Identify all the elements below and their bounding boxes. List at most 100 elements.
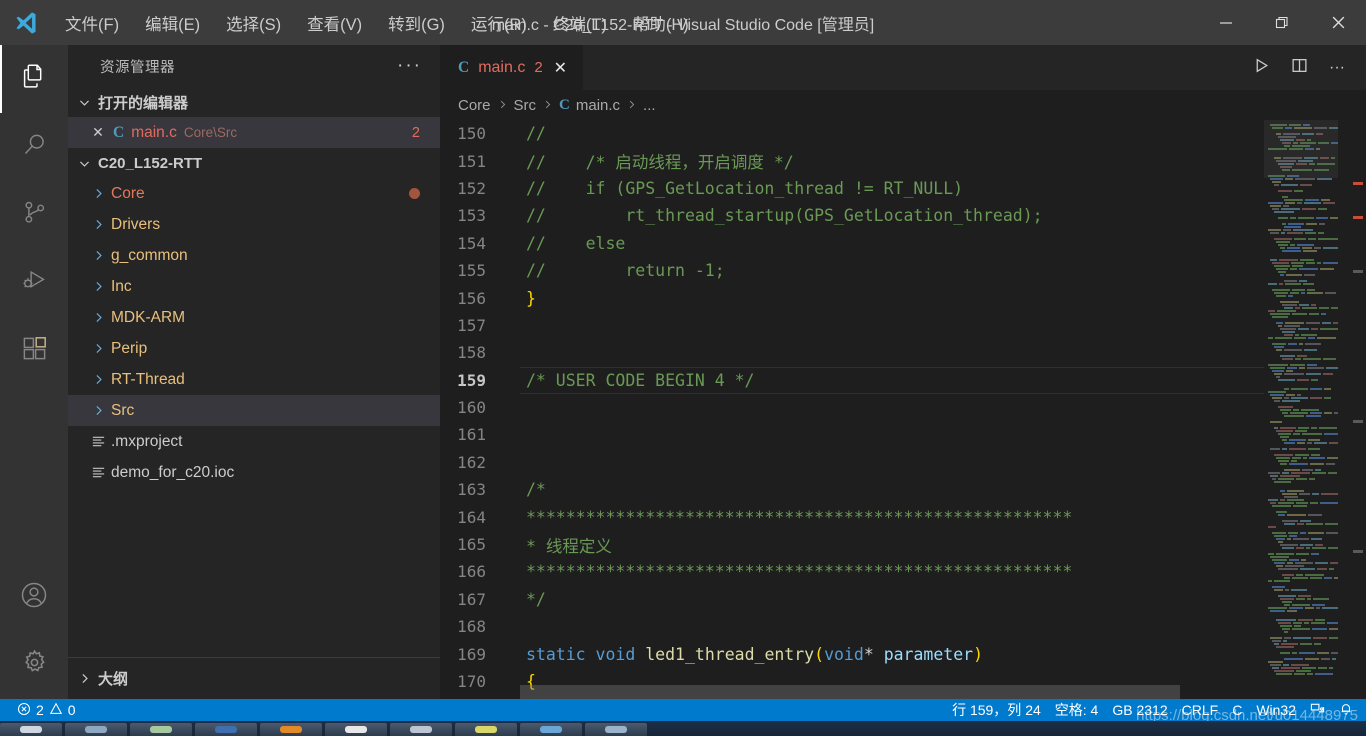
tree-item-core[interactable]: Core [68, 178, 440, 209]
code-line[interactable]: 151 // /* 启动线程，开启调度 */ [440, 147, 1366, 174]
taskbar-item[interactable] [195, 723, 257, 736]
taskbar-item[interactable] [130, 723, 192, 736]
menu-view[interactable]: 查看(V) [294, 7, 375, 39]
breadcrumb-item-symbol[interactable]: ... [643, 97, 656, 114]
minimap-segment [1291, 261, 1305, 264]
menu-terminal[interactable]: 终端(T) [540, 7, 620, 39]
minimap-slider[interactable] [1264, 120, 1338, 178]
tree-item-src[interactable]: Src [68, 395, 440, 426]
activitybar-item-account[interactable] [0, 563, 68, 631]
tree-item-drivers[interactable]: Drivers [68, 209, 440, 240]
minimap-segment [1288, 531, 1299, 534]
code-line[interactable]: 153 // rt_thread_startup(GPS_GetLocation_… [440, 202, 1366, 229]
code-line[interactable]: 165 * 线程定义 [440, 531, 1366, 558]
menu-bar[interactable]: 文件(F) 编辑(E) 选择(S) 查看(V) 转到(G) 运行(R) 终端(T… [52, 0, 702, 45]
tree-item-inc[interactable]: Inc [68, 271, 440, 302]
minimap-segment [1278, 324, 1282, 327]
minimap-segment [1305, 522, 1324, 525]
code-line[interactable]: 169 static void led1_thread_entry(void* p… [440, 640, 1366, 667]
breadcrumb-item-src[interactable]: Src [514, 97, 537, 114]
taskbar-item[interactable] [65, 723, 127, 736]
breadcrumb-item-core[interactable]: Core [458, 97, 491, 114]
tree-item-g-common[interactable]: g_common [68, 240, 440, 271]
sidebar-more-actions-icon[interactable]: ··· [397, 55, 430, 77]
code-line[interactable]: 152 // if (GPS_GetLocation_thread != RT_N… [440, 175, 1366, 202]
minimap-segment [1280, 462, 1287, 465]
code-line[interactable]: 166 *************************************… [440, 558, 1366, 585]
activitybar-item-explorer[interactable] [0, 45, 68, 113]
code-token: void [595, 644, 636, 664]
activitybar-item-search[interactable] [0, 113, 68, 181]
minimap[interactable] [1264, 120, 1338, 685]
code-token: // rt_thread_startup(GPS_GetLocation_thr… [526, 206, 1043, 226]
code-line[interactable]: 163 /* [440, 476, 1366, 503]
close-button[interactable] [1310, 0, 1366, 45]
menu-selection[interactable]: 选择(S) [213, 7, 294, 39]
taskbar-item[interactable] [585, 723, 647, 736]
code-line[interactable]: 157 [440, 312, 1366, 339]
status-encoding[interactable]: GB 2312 [1105, 699, 1174, 721]
open-editor-item-main-c[interactable]: ✕ C main.c Core\Src 2 [68, 117, 440, 148]
code-line[interactable]: 158 [440, 339, 1366, 366]
overview-ruler[interactable] [1338, 120, 1366, 685]
menu-run[interactable]: 运行(R) [458, 7, 540, 39]
minimap-segment [1282, 411, 1289, 414]
minimap-segment [1270, 366, 1285, 369]
status-remote[interactable] [1303, 699, 1332, 721]
code-line[interactable]: 154 // else [440, 230, 1366, 257]
section-outline[interactable]: 大纲 [68, 657, 440, 699]
menu-help[interactable]: 帮助(H) [620, 7, 702, 39]
taskbar-item[interactable] [390, 723, 452, 736]
code-line[interactable]: 159 /* USER CODE BEGIN 4 */ [440, 366, 1366, 395]
menu-go[interactable]: 转到(G) [375, 7, 458, 39]
chevron-right-icon [626, 98, 637, 113]
section-project-root[interactable]: C20_L152-RTT [68, 148, 440, 178]
code-line[interactable]: 162 [440, 449, 1366, 476]
code-line[interactable]: 161 [440, 421, 1366, 448]
tree-item-demo-for-c20-ioc[interactable]: demo_for_c20.ioc [68, 457, 440, 488]
activitybar-item-run-and-debug[interactable] [0, 249, 68, 317]
split-editor-button[interactable] [1282, 51, 1316, 85]
code-line[interactable]: 150 // [440, 120, 1366, 147]
code-line[interactable]: 160 [440, 394, 1366, 421]
section-open-editors[interactable]: 打开的编辑器 [68, 87, 440, 117]
code-line[interactable]: 167 */ [440, 586, 1366, 613]
maximize-restore-button[interactable] [1254, 0, 1310, 45]
tree-item-mdk-arm[interactable]: MDK-ARM [68, 302, 440, 333]
minimap-segment [1297, 441, 1306, 444]
status-language-mode[interactable]: C [1225, 699, 1249, 721]
status-problems[interactable]: 2 0 [10, 699, 83, 721]
activitybar-item-extensions[interactable] [0, 317, 68, 385]
menu-file[interactable]: 文件(F) [52, 7, 132, 39]
status-platform[interactable]: Win32 [1249, 699, 1303, 721]
tree-item-rt-thread[interactable]: RT-Thread [68, 364, 440, 395]
code-line[interactable]: 155 // return -1; [440, 257, 1366, 284]
status-cursor-position[interactable]: 行 159，列 24 [945, 699, 1048, 721]
taskbar-item[interactable] [520, 723, 582, 736]
code-line[interactable]: 168 [440, 613, 1366, 640]
menu-edit[interactable]: 编辑(E) [132, 7, 213, 39]
status-eol[interactable]: CRLF [1175, 699, 1226, 721]
taskbar-item[interactable] [455, 723, 517, 736]
taskbar-item[interactable] [325, 723, 387, 736]
taskbar-item[interactable] [260, 723, 322, 736]
code-editor[interactable]: 150 // 151 // /* 启动线程，开启调度 */ 152 // if (GPS_… [440, 120, 1366, 699]
run-button[interactable] [1244, 51, 1278, 85]
status-notifications[interactable] [1332, 699, 1360, 721]
code-line[interactable]: 164 *************************************… [440, 503, 1366, 530]
editor-more-actions-button[interactable]: ··· [1320, 51, 1354, 85]
tree-item-perip[interactable]: Perip [68, 333, 440, 364]
minimize-button[interactable] [1198, 0, 1254, 45]
taskbar-item[interactable] [0, 723, 62, 736]
code-line[interactable]: 156} [440, 284, 1366, 311]
tree-item-mxproject[interactable]: .mxproject [68, 426, 440, 457]
activitybar-item-source-control[interactable] [0, 181, 68, 249]
activitybar-item-settings[interactable] [0, 631, 68, 699]
activity-bar [0, 45, 68, 699]
horizontal-scrollbar[interactable] [520, 685, 1180, 699]
breadcrumb-item-main-c[interactable]: main.c [576, 97, 620, 114]
tab-close-icon[interactable]: ✕ [552, 58, 569, 78]
status-indentation[interactable]: 空格: 4 [1048, 699, 1106, 721]
tab-main-c[interactable]: C main.c 2 ✕ [440, 45, 585, 90]
close-icon[interactable]: ✕ [90, 124, 106, 141]
